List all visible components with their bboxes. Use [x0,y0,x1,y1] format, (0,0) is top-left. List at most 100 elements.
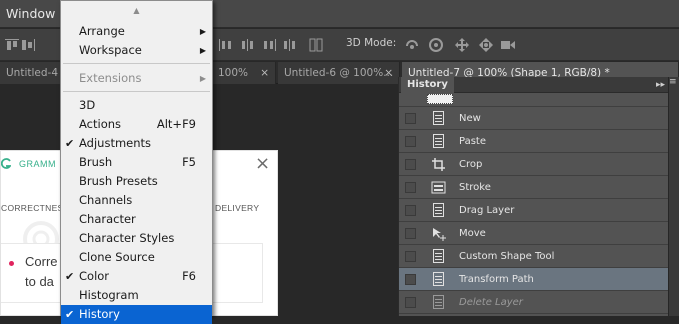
menu-item-extensions[interactable]: Extensions ▶ [61,69,212,88]
menu-item-adjustments[interactable]: ✔ Adjustments [61,134,212,153]
history-item-undone[interactable]: Delete Layer [399,291,669,314]
checkmark-icon: ✔ [65,270,75,283]
menu-item-channels[interactable]: Channels [61,191,212,210]
move-icon [431,226,446,241]
menu-item-workspace[interactable]: Workspace ▶ [61,41,212,60]
3d-rotate-icon[interactable] [404,37,420,53]
tab-label: Untitled-4 [6,67,59,79]
scroll-up-arrow-icon[interactable]: ▲ [61,1,212,20]
suggestion-line-2: to da [25,274,54,289]
3d-pan-icon[interactable] [454,37,470,53]
menu-separator [63,63,210,64]
document-icon [433,272,444,286]
history-brush-source-checkbox[interactable] [405,113,416,124]
history-item-label: Paste [459,136,486,147]
close-icon[interactable]: × [260,62,269,84]
menu-item-label: History [79,307,120,321]
3d-roll-icon[interactable] [428,37,444,53]
document-icon [433,295,444,309]
align-center-icon[interactable] [20,37,36,53]
history-brush-source-checkbox[interactable] [405,159,416,170]
tab-document[interactable]: 100% × [212,62,276,84]
history-item[interactable]: Custom Shape Tool [399,245,669,268]
menu-item-arrange[interactable]: Arrange ▶ [61,22,212,41]
close-icon[interactable]: × [255,153,270,174]
tab-label: 100% [218,67,249,79]
snapshot-thumbnail [427,94,453,104]
history-brush-source-checkbox[interactable] [405,182,416,193]
stroke-icon [431,180,446,195]
menu-item-label: Character Styles [79,231,175,245]
history-snapshot[interactable] [399,93,669,107]
history-item[interactable]: Drag Layer [399,199,669,222]
menu-item-label: Brush Presets [79,174,158,188]
menu-item-brush[interactable]: Brush F5 [61,153,212,172]
history-item[interactable]: Crop [399,153,669,176]
menu-item-label: Character [79,212,136,226]
menu-item-history[interactable]: ✔ History [61,305,212,324]
close-icon[interactable]: × [384,62,393,84]
menu-item-character-styles[interactable]: Character Styles [61,229,212,248]
menu-item-label: Actions [79,117,122,131]
tab-untitled-6[interactable]: Untitled-6 @ 100%... × [278,62,400,84]
menu-item-clone-source[interactable]: Clone Source [61,248,212,267]
document-icon [433,134,444,148]
history-item-label: Crop [459,159,483,170]
menu-item-label: Brush [79,155,113,169]
3d-scale-icon[interactable] [500,37,516,53]
menu-window[interactable]: Window [0,0,58,28]
history-item[interactable]: Paste [399,130,669,153]
history-brush-source-checkbox[interactable] [405,251,416,262]
menu-item-label: Color [79,269,110,283]
menu-item-color[interactable]: ✔ Color F6 [61,267,212,286]
menu-item-shortcut: F5 [182,155,196,169]
history-brush-source-checkbox[interactable] [405,228,416,239]
history-brush-source-checkbox[interactable] [405,136,416,147]
menu-item-brush-presets[interactable]: Brush Presets [61,172,212,191]
3d-slide-icon[interactable] [478,37,494,53]
menu-item-3d[interactable]: 3D [61,96,212,115]
distribute-horizontal-icon[interactable] [282,37,298,53]
menu-item-label: Histogram [79,288,139,302]
distribute-right-icon[interactable] [262,37,278,53]
panel-dock-strip: ≡ [668,77,679,316]
align-top-icon[interactable] [4,37,20,53]
menu-item-histogram[interactable]: Histogram [61,286,212,305]
history-item[interactable]: Stroke [399,176,669,199]
distribute-left-icon[interactable] [218,37,234,53]
history-brush-source-checkbox[interactable] [405,205,416,216]
history-tab[interactable]: History [401,77,454,93]
menu-item-label: Arrange [79,24,125,38]
window-menu-dropdown: ▲ Arrange ▶ Workspace ▶ Extensions ▶ 3D … [60,0,213,324]
tab-label: Untitled-6 @ 100%... [284,67,394,79]
grammarly-logo-icon [0,157,12,170]
history-panel-header: History ▸▸ [399,77,669,93]
menu-item-label: Clone Source [79,250,155,264]
history-item-label: Transform Path [459,274,534,285]
menu-item-label: Channels [79,193,133,207]
menu-item-label: 3D [79,98,96,112]
submenu-arrow-icon: ▶ [199,27,206,36]
history-item-label: New [459,113,481,124]
history-brush-source-checkbox[interactable] [405,297,416,308]
delivery-label: DELIVERY [215,203,260,213]
menu-item-shortcut: F6 [182,269,196,283]
collapse-panel-icon[interactable]: ▸▸ [656,77,665,93]
crop-icon [431,157,446,172]
panel-menu-icon[interactable]: ≡ [669,77,677,87]
tab-untitled-4[interactable]: Untitled-4 [0,62,64,84]
history-brush-source-checkbox[interactable] [405,274,416,285]
history-item[interactable]: New [399,107,669,130]
auto-align-icon[interactable] [308,37,324,53]
3d-mode-label: 3D Mode: [346,37,397,49]
alert-dot-icon [9,261,14,266]
menu-item-shortcut: Alt+F9 [156,117,196,131]
menu-separator [63,91,210,92]
menu-item-actions[interactable]: Actions Alt+F9 [61,115,212,134]
history-item-selected[interactable]: Transform Path [399,268,669,291]
history-item-label: Custom Shape Tool [459,251,555,262]
menu-item-character[interactable]: Character [61,210,212,229]
history-item[interactable]: Move [399,222,669,245]
distribute-center-icon[interactable] [240,37,256,53]
menu-item-label: Extensions [79,71,142,85]
